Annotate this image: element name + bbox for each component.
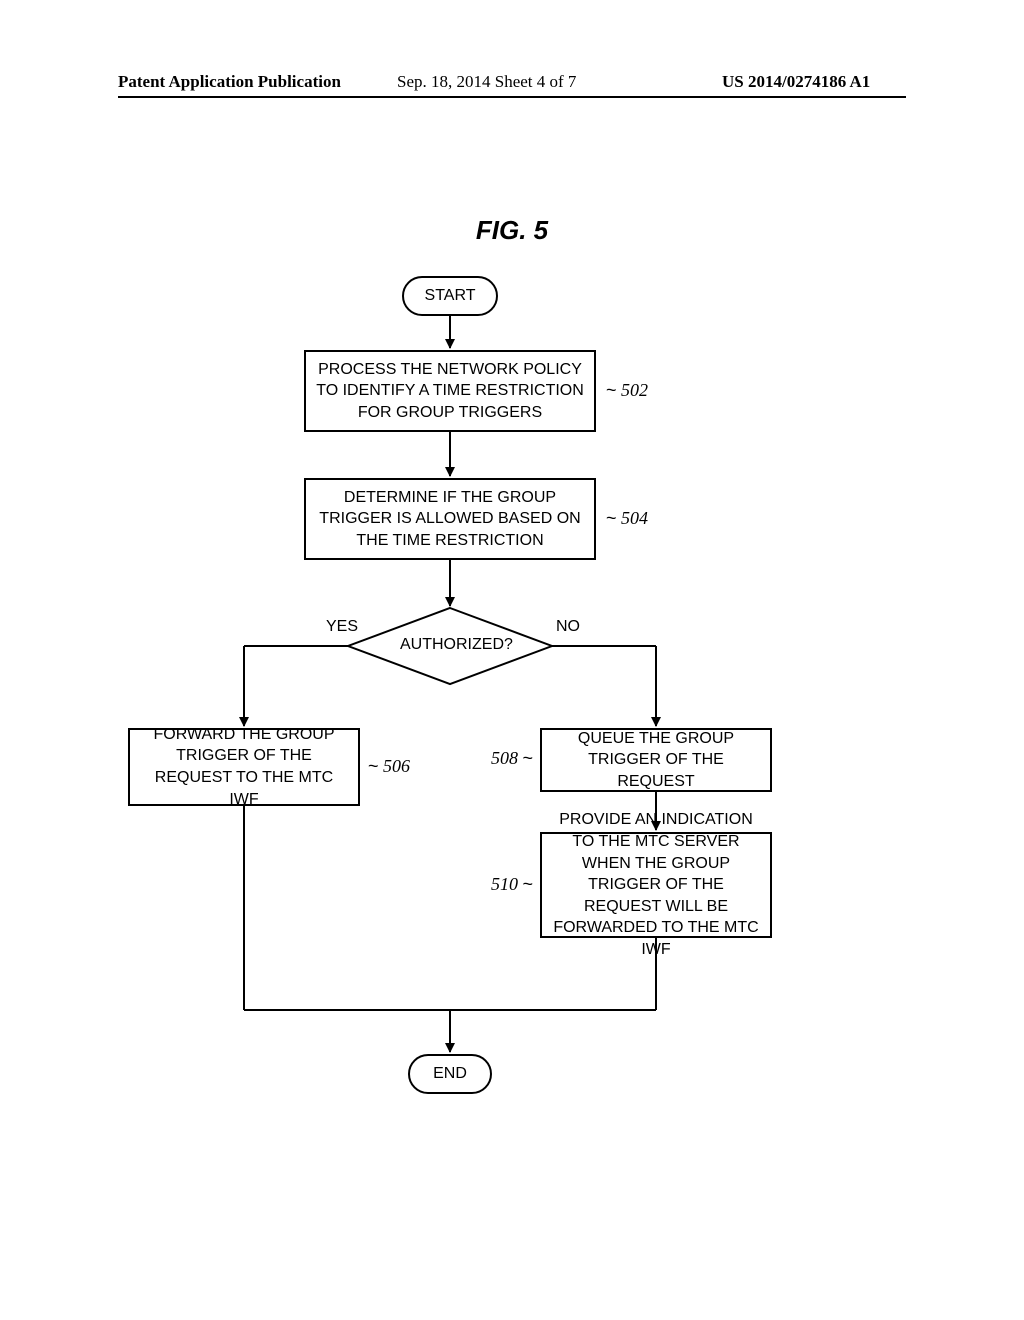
ref-508: 508 ~: [491, 748, 533, 769]
step-508: QUEUE THE GROUP TRIGGER OF THE REQUEST: [540, 728, 772, 792]
step-504: DETERMINE IF THE GROUP TRIGGER IS ALLOWE…: [304, 478, 596, 560]
flow-arrows: [0, 0, 1024, 1320]
decision-authorized: AUTHORIZED?: [400, 636, 500, 654]
ref-504: ~ 504: [606, 508, 648, 529]
branch-yes: YES: [326, 618, 358, 636]
ref-506: ~ 506: [368, 756, 410, 777]
end-terminator: END: [408, 1054, 492, 1094]
start-terminator: START: [402, 276, 498, 316]
ref-504-num: 504: [621, 508, 648, 528]
ref-510-num: 510: [491, 874, 518, 894]
step-510: PROVIDE AN INDICATION TO THE MTC SERVER …: [540, 832, 772, 938]
ref-510: 510 ~: [491, 874, 533, 895]
step-502: PROCESS THE NETWORK POLICY TO IDENTIFY A…: [304, 350, 596, 432]
page: Patent Application Publication Sep. 18, …: [0, 0, 1024, 1320]
branch-no: NO: [556, 618, 580, 636]
ref-502-num: 502: [621, 380, 648, 400]
ref-508-num: 508: [491, 748, 518, 768]
ref-506-num: 506: [383, 756, 410, 776]
ref-502: ~ 502: [606, 380, 648, 401]
step-506: FORWARD THE GROUP TRIGGER OF THE REQUEST…: [128, 728, 360, 806]
